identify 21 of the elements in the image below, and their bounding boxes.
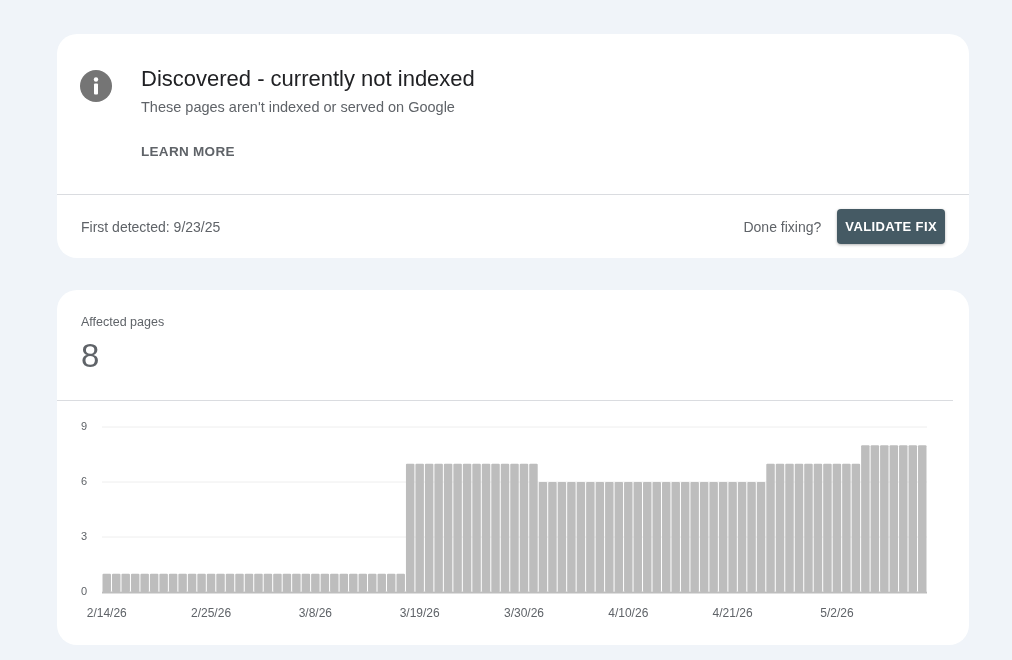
issue-description: These pages aren't indexed or served on Google: [141, 98, 455, 117]
axis-label: 4/10/26: [608, 606, 649, 620]
axis-label: 3: [80, 529, 88, 542]
first-detected-text: First detected: 9/23/25: [81, 217, 222, 237]
axis-label: 6: [80, 474, 88, 487]
affected-pages-count: 8: [81, 336, 100, 376]
affected-pages-label: Affected pages: [81, 314, 165, 330]
axis-label: 9: [80, 419, 88, 432]
axis-label: 5/2/26: [820, 606, 854, 620]
validate-fix-button[interactable]: VALIDATE FIX: [837, 209, 945, 244]
learn-more-link[interactable]: LEARN MORE: [141, 133, 235, 169]
axis-label: 2/25/26: [191, 606, 232, 620]
axis-label: 3/30/26: [503, 606, 544, 620]
info-icon: [80, 70, 112, 102]
axis-label: 3/8/26: [298, 606, 333, 620]
axis-label: 2/14/26: [86, 606, 127, 620]
issue-title: Discovered - currently not indexed: [141, 65, 475, 93]
axis-label: 0: [80, 584, 88, 597]
done-fixing-text: Done fixing?: [743, 217, 822, 237]
axis-label: 4/21/26: [712, 606, 753, 620]
axis-label: 3/19/26: [399, 606, 440, 620]
